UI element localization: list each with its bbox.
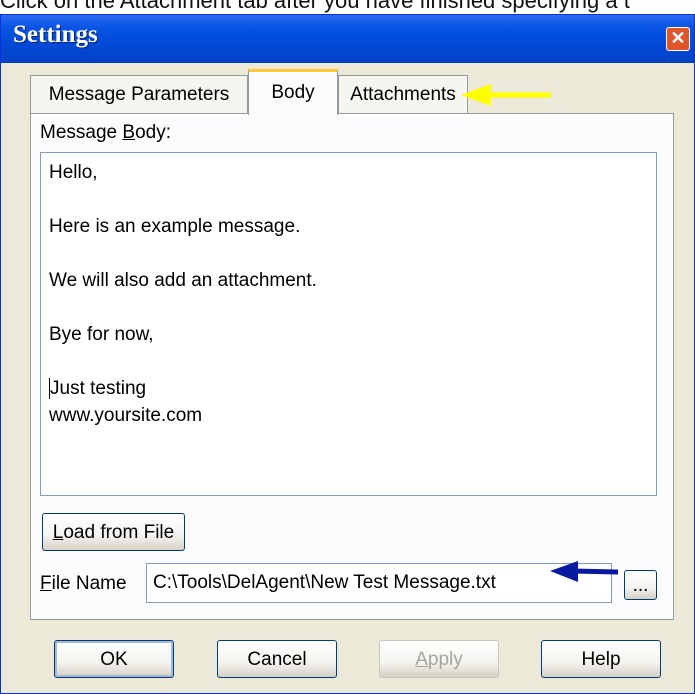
message-line (49, 186, 648, 213)
message-line: www.yoursite.com (49, 405, 203, 426)
message-line: Bye for now, (49, 324, 154, 345)
tab-body[interactable]: Body (248, 69, 338, 115)
message-line (49, 348, 648, 375)
close-icon: ✕ (670, 28, 686, 48)
close-button[interactable]: ✕ (666, 27, 690, 51)
arrow-head (550, 561, 578, 582)
apply-button[interactable]: Apply (379, 640, 499, 678)
message-line (49, 294, 648, 321)
help-button[interactable]: Help (541, 640, 661, 678)
settings-dialog: Settings ✕ Message Parameters Body Attac… (0, 14, 695, 694)
attachments-arrow-icon (461, 84, 551, 106)
tab-attachments[interactable]: Attachments (338, 75, 468, 113)
browse-button[interactable]: ... (624, 570, 657, 600)
message-body-label: Message Body: (40, 122, 171, 143)
title-bar[interactable]: Settings ✕ (1, 15, 694, 63)
message-line: Hello, (49, 162, 98, 183)
arrow-head (461, 84, 491, 106)
message-line: We will also add an attachment. (49, 270, 317, 291)
tab-message-parameters[interactable]: Message Parameters (30, 75, 248, 113)
message-line (49, 240, 648, 267)
window-title: Settings (13, 21, 98, 48)
tab-label: Attachments (350, 84, 456, 105)
tab-label: Message Parameters (48, 84, 230, 105)
cancel-button[interactable]: Cancel (217, 640, 337, 678)
message-line: Just testing (49, 378, 147, 399)
file-name-label: File Name (40, 573, 127, 594)
body-tab-panel: Message Body: Hello, Here is an example … (30, 113, 674, 620)
load-from-file-button[interactable]: Load from File (42, 513, 185, 551)
tab-label: Body (271, 82, 315, 103)
file-name-input[interactable]: C:\Tools\DelAgent\New Test Message.txt (146, 563, 612, 603)
arrow-shaft (571, 568, 619, 575)
filename-arrow-icon (550, 561, 619, 582)
message-body-textarea[interactable]: Hello, Here is an example message. We wi… (40, 152, 657, 496)
message-line: Here is an example message. (49, 216, 301, 237)
ok-button[interactable]: OK (54, 640, 174, 678)
